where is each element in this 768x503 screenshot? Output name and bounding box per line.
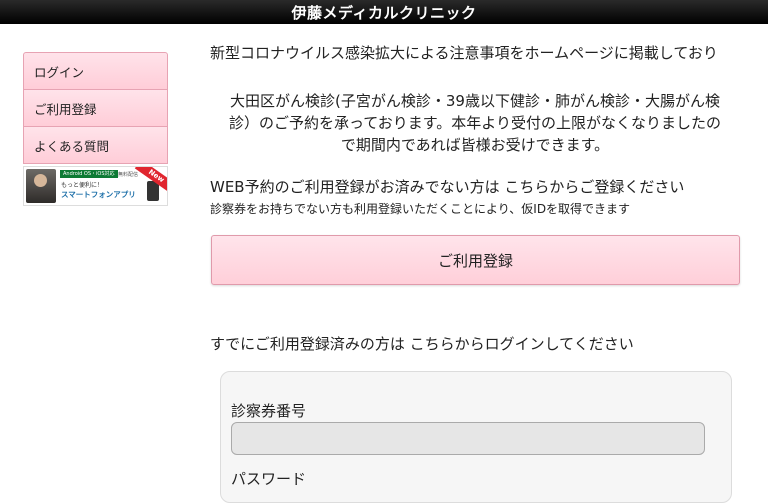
- screening-notice-line: 大田区がん検診(子宮がん検診・39歳以下健診・肺がん検診・大腸がん検: [230, 92, 720, 110]
- screening-notice-line: で期間内であれば皆様お受けできます。: [340, 136, 610, 154]
- sidebar-item-faq[interactable]: よくある質問: [23, 127, 168, 164]
- sidebar-item-label: ログイン: [34, 64, 85, 80]
- web-registration-subtext: 診察券をお持ちでない方も利用登録いただくことにより、仮IDを取得できます: [210, 202, 631, 216]
- login-heading: すでにご利用登録済みの方は こちらからログインしてください: [210, 335, 634, 353]
- screening-notice: 大田区がん検診(子宮がん検診・39歳以下健診・肺がん検診・大腸がん検 診）のご予…: [210, 90, 740, 156]
- web-registration-heading: WEB予約のご利用登録がお済みでない方は こちらからご登録ください: [210, 178, 685, 196]
- smartphone-app-banner[interactable]: Android OS・iOS対応 無料配信 もっと便利に！ スマートフォンアプリ…: [23, 166, 168, 206]
- banner-os-tag: Android OS・iOS対応: [60, 170, 118, 178]
- register-button-label: ご利用登録: [437, 251, 513, 270]
- register-button[interactable]: ご利用登録: [211, 235, 740, 285]
- banner-subtitle: もっと便利に！: [61, 182, 104, 189]
- screening-notice-line: 診）のご予約を承っております。本年より受付の上限がなくなりましたの: [228, 114, 721, 132]
- header-bar: 伊藤メディカルクリニック: [0, 0, 768, 24]
- sidebar-menu: ログイン ご利用登録 よくある質問 Android OS・iOS対応 無料配信 …: [23, 52, 168, 206]
- banner-person-photo: [26, 169, 56, 203]
- banner-free-tag: 無料配信: [118, 172, 139, 178]
- card-number-label: 診察券番号: [231, 402, 307, 420]
- clinic-title: 伊藤メディカルクリニック: [291, 3, 477, 22]
- covid-notice: 新型コロナウイルス感染拡大による注意事項をホームページに掲載しており: [210, 44, 718, 62]
- password-label: パスワード: [231, 470, 307, 488]
- login-form: 診察券番号 パスワード: [220, 371, 732, 503]
- sidebar-item-login[interactable]: ログイン: [23, 52, 168, 90]
- banner-title: スマートフォンアプリ: [61, 190, 136, 199]
- sidebar-item-register[interactable]: ご利用登録: [23, 90, 168, 127]
- card-number-input[interactable]: [231, 422, 705, 455]
- sidebar-item-label: ご利用登録: [34, 101, 97, 117]
- sidebar-item-label: よくある質問: [34, 138, 110, 154]
